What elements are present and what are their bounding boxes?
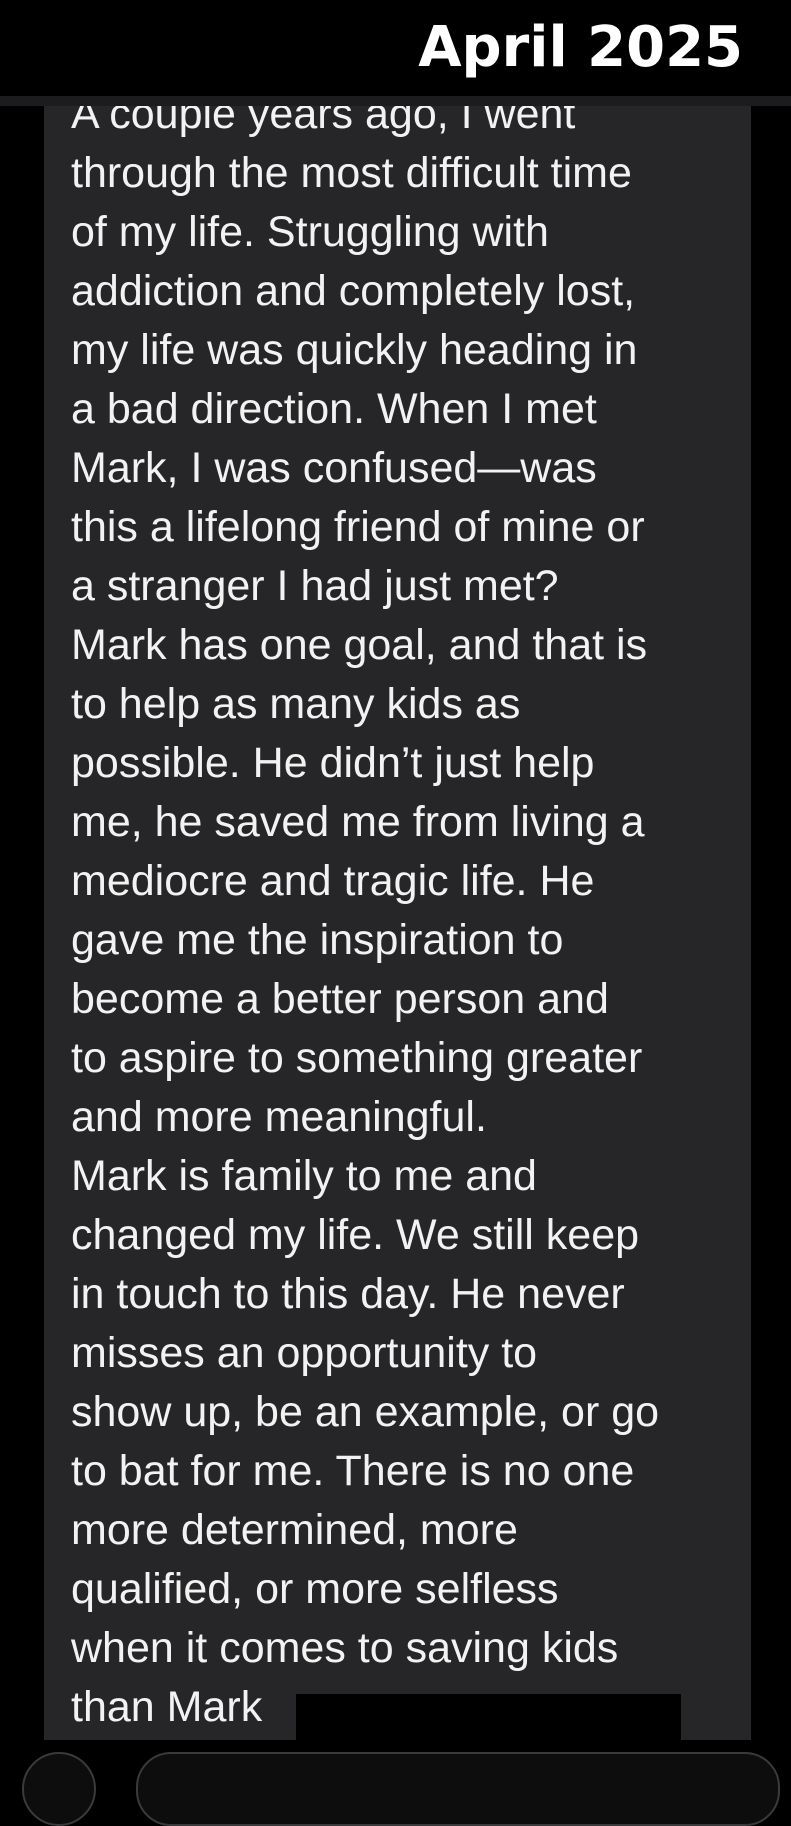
message-bubble: A couple years ago, I went through the m…	[44, 106, 751, 1740]
message-line: changed my life. We still keep	[71, 1211, 640, 1259]
message-line: mediocre and tragic life. He	[71, 857, 595, 905]
message-line: addiction and completely lost,	[71, 267, 636, 315]
message-line: my life was quickly heading in	[71, 326, 638, 374]
attachment-button[interactable]	[22, 1752, 96, 1826]
message-line: show up, be an example, or go	[71, 1388, 660, 1436]
message-line: misses an opportunity to	[71, 1329, 538, 1377]
message-line: a stranger I had just met?	[71, 562, 559, 610]
message-line: to bat for me. There is no one	[71, 1447, 635, 1495]
message-input[interactable]	[136, 1752, 780, 1826]
message-line: to aspire to something greater	[71, 1034, 643, 1082]
message-line: become a better person and	[71, 975, 609, 1023]
message-line: in touch to this day. He never	[71, 1270, 625, 1318]
message-line: through the most difficult time	[71, 149, 632, 197]
date-header-title: April 2025	[418, 15, 743, 80]
message-line: me, he saved me from living a	[71, 798, 645, 846]
message-line: possible. He didn’t just help	[71, 739, 595, 787]
message-text: A couple years ago, I went through the m…	[71, 106, 741, 1737]
header-divider	[0, 96, 791, 106]
message-line: more determined, more	[71, 1506, 518, 1554]
message-line: gave me the inspiration to	[71, 916, 564, 964]
message-line: A couple years ago, I went	[71, 106, 576, 138]
message-line: to help as many kids as	[71, 680, 521, 728]
message-line: qualified, or more selfless	[71, 1565, 559, 1613]
message-line: Mark has one goal, and that is	[71, 621, 648, 669]
message-line: of my life. Struggling with	[71, 208, 549, 256]
message-line: and more meaningful.	[71, 1093, 487, 1141]
message-line: Mark is family to me and	[71, 1152, 537, 1200]
message-line: a bad direction. When I met	[71, 385, 597, 433]
message-line: Mark, I was confused—was	[71, 444, 597, 492]
message-line: this a lifelong friend of mine or	[71, 503, 645, 551]
date-header: April 2025	[0, 0, 791, 96]
message-line: when it comes to saving kids	[71, 1624, 619, 1672]
